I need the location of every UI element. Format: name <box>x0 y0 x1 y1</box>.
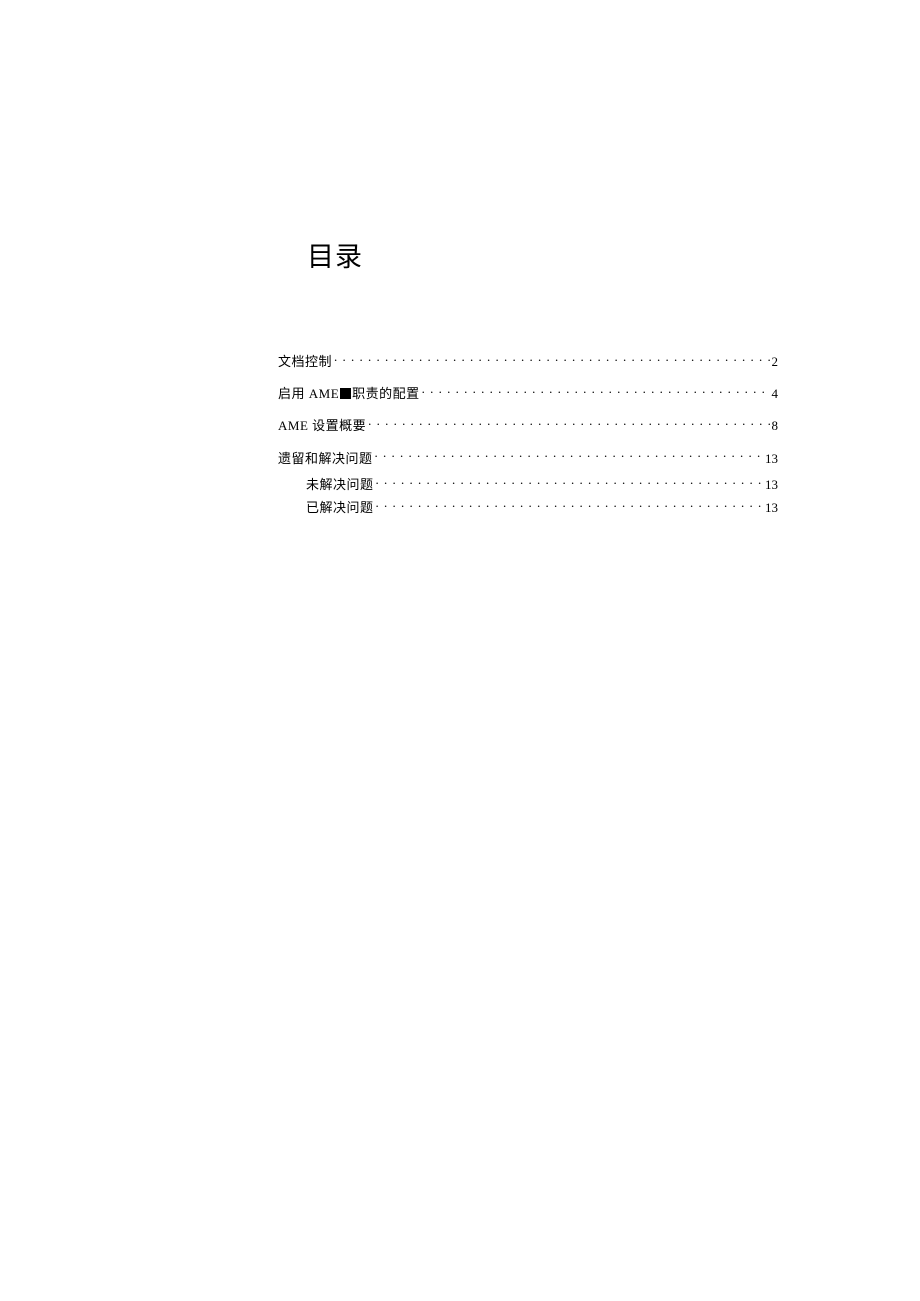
toc-entry: AME 设置概要 8 <box>278 417 778 435</box>
toc-entry-page: 13 <box>765 450 778 468</box>
table-of-contents: 文档控制 2 启用 AME职责的配置 4 AME 设置概要 8 遗留和解决问题 … <box>278 353 778 522</box>
toc-entry-page: 8 <box>772 417 779 435</box>
toc-entry-page: 4 <box>772 385 779 403</box>
toc-entry-label: 文档控制 <box>278 353 332 371</box>
toc-leader-dots <box>334 353 769 366</box>
toc-entry-label: 已解决问题 <box>306 499 374 517</box>
black-square-icon <box>340 388 351 399</box>
toc-entry: 文档控制 2 <box>278 353 778 371</box>
toc-subentry: 已解决问题 13 <box>306 499 778 517</box>
toc-entry-page: 13 <box>765 476 778 494</box>
toc-entry: 启用 AME职责的配置 4 <box>278 385 778 403</box>
toc-leader-dots <box>375 450 763 463</box>
toc-entry-page: 13 <box>765 499 778 517</box>
document-page: 目录 文档控制 2 启用 AME职责的配置 4 AME 设置概要 8 遗留和 <box>0 0 920 1301</box>
toc-entry-label: AME 设置概要 <box>278 417 366 435</box>
toc-leader-dots <box>368 417 769 430</box>
toc-entry-page: 2 <box>772 353 779 371</box>
toc-entry-label: 遗留和解决问题 <box>278 450 373 468</box>
toc-entry: 遗留和解决问题 13 <box>278 450 778 468</box>
toc-leader-dots <box>422 385 770 398</box>
toc-entry-label: 启用 AME职责的配置 <box>278 385 420 403</box>
toc-leader-dots <box>376 499 763 512</box>
toc-subentry: 未解决问题 13 <box>306 476 778 494</box>
toc-entry-label: 未解决问题 <box>306 476 374 494</box>
toc-leader-dots <box>376 476 763 489</box>
toc-title: 目录 <box>307 235 363 274</box>
